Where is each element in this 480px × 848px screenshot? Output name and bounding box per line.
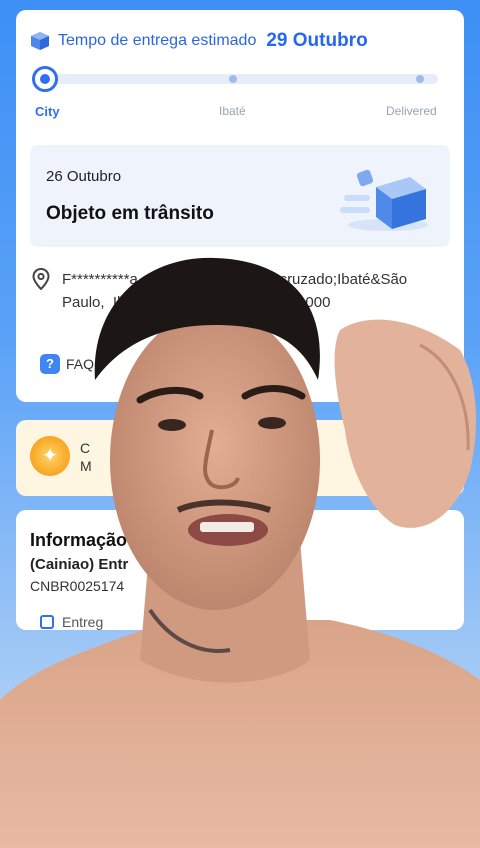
step-dot-city (32, 66, 58, 92)
address-line-1: F**********a rdim cruzado;Ibaté&São (62, 271, 408, 288)
status-date: 26 Outubro (46, 168, 122, 185)
delivery-button[interactable]: Entreg (40, 614, 103, 630)
carrier-name: (Cainiao) Entr (30, 556, 129, 573)
status-title: Objeto em trânsito (46, 203, 214, 224)
faq-label: FAQ (66, 356, 95, 372)
delivery-address: F**********a rdim cruzado;Ibaté&São Paul… (62, 268, 452, 314)
step-label-delivered: Delivered (386, 104, 437, 118)
eta-date: 29 Outubro (266, 30, 368, 51)
promo-line-2: M (80, 458, 92, 474)
eta-row: Tempo de entrega estimado 29 Outubro (30, 30, 368, 52)
delivery-button-label: Entreg (62, 614, 104, 630)
info-title: Informação (30, 530, 128, 550)
shipment-info-card: Informação (Cainiao) Entr CNBR0025174 En… (16, 510, 464, 630)
sparkle-icon: ✦ (30, 436, 70, 476)
calendar-icon (40, 615, 54, 629)
location-pin-icon (32, 268, 50, 290)
tracking-code[interactable]: CNBR0025174 (30, 578, 124, 594)
torso (0, 620, 480, 848)
step-label-ibate: Ibaté (219, 104, 246, 118)
parcel-illustration-icon (340, 169, 428, 231)
tracking-card: Tempo de entrega estimado 29 Outubro Cit… (16, 10, 464, 402)
progress-track (38, 74, 438, 84)
status-box[interactable]: 26 Outubro Objeto em trânsito (30, 145, 450, 247)
package-icon (31, 32, 49, 50)
step-dot-delivered (416, 75, 424, 83)
step-label-city: City (35, 104, 60, 119)
promo-line-1: C (80, 440, 91, 456)
step-dot-ibate (229, 75, 237, 83)
eta-label: Tempo de entrega estimado (58, 32, 257, 49)
address-line-2: Paulo, Ib 4815-000 (62, 294, 331, 311)
promo-card[interactable]: ✦ C M (16, 420, 464, 496)
faq-link[interactable]: ? FAQ (40, 354, 94, 374)
question-icon: ? (40, 354, 60, 374)
